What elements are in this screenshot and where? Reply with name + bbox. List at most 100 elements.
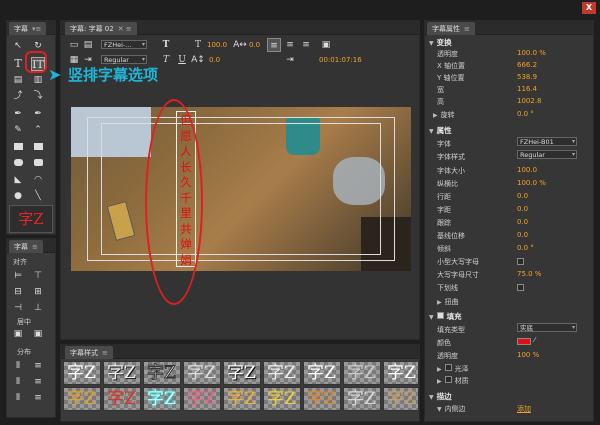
- vertical-area-type-tool-icon[interactable]: ▥: [31, 73, 45, 87]
- align-right-icon[interactable]: ⊣: [11, 301, 25, 315]
- show-background-video-icon[interactable]: ▣: [319, 38, 333, 52]
- align-top-icon[interactable]: ⊤: [31, 269, 45, 283]
- distort-row[interactable]: ▶ 扭曲: [437, 297, 459, 307]
- kerning-icon[interactable]: A↔: [233, 38, 247, 52]
- align-vcenter-icon[interactable]: ⊞: [31, 285, 45, 299]
- fill-section-header[interactable]: ▼ 填充: [429, 311, 462, 322]
- delete-anchor-tool-icon[interactable]: ✒: [31, 107, 45, 121]
- transform-section-header[interactable]: ▼ 变换: [429, 37, 452, 48]
- style-swatch[interactable]: 字Z: [223, 387, 261, 411]
- rounded-rect-tool-icon[interactable]: [11, 157, 25, 171]
- style-swatch[interactable]: 字Z: [343, 387, 381, 411]
- style-swatch[interactable]: 字Z: [63, 387, 101, 411]
- vertical-path-type-tool-icon[interactable]: ⤵: [31, 89, 45, 103]
- kerning-value[interactable]: 0.0: [249, 41, 260, 49]
- tab-title-actions[interactable]: 字幕 ≡: [9, 240, 43, 253]
- sheen-checkbox[interactable]: [444, 364, 452, 371]
- fill-color-swatch[interactable]: [517, 338, 531, 345]
- style-swatch[interactable]: 字Z: [103, 361, 141, 385]
- style-swatch[interactable]: 字Z: [263, 387, 301, 411]
- distribute-bottom-icon[interactable]: ≡: [31, 391, 45, 405]
- align-left-icon[interactable]: ⊨: [11, 269, 25, 283]
- baseline-shift-value[interactable]: 0.0: [517, 231, 528, 239]
- line-tool-icon[interactable]: ╲: [31, 189, 45, 203]
- font-style-dropdown[interactable]: Regular ▾: [101, 55, 147, 64]
- opacity-value[interactable]: 100.0 %: [517, 49, 546, 57]
- center-vertical-icon[interactable]: ▣: [31, 327, 45, 341]
- underline-icon[interactable]: U: [175, 53, 189, 67]
- style-swatch[interactable]: 字Z: [183, 361, 221, 385]
- close-tab-icon[interactable]: ✕ ≡: [118, 25, 132, 33]
- style-swatch[interactable]: 字Z: [103, 387, 141, 411]
- tab-title-properties[interactable]: 字幕属性 ≡: [427, 22, 475, 35]
- style-swatch[interactable]: 字Z: [383, 387, 419, 411]
- type-tool-icon[interactable]: T: [11, 57, 25, 71]
- font-family-dropdown[interactable]: FZHei-... ▾: [101, 40, 147, 49]
- center-horizontal-icon[interactable]: ▣: [11, 327, 25, 341]
- eyedropper-icon[interactable]: ⁄: [534, 336, 535, 344]
- align-left-text-icon[interactable]: ≡: [267, 38, 281, 52]
- distribute-right-icon[interactable]: ⫴: [11, 391, 25, 405]
- align-hcenter-icon[interactable]: ⊟: [11, 285, 25, 299]
- fill-checkbox[interactable]: [436, 312, 444, 319]
- x-position-value[interactable]: 666.2: [517, 61, 537, 69]
- add-anchor-tool-icon[interactable]: ✎: [11, 123, 25, 137]
- arc-tool-icon[interactable]: ◠: [31, 173, 45, 187]
- properties-section-header[interactable]: ▼ 属性: [429, 125, 452, 136]
- leading-prop-value[interactable]: 0.0: [517, 192, 528, 200]
- width-value[interactable]: 116.4: [517, 85, 537, 93]
- bold-icon[interactable]: T: [159, 38, 173, 52]
- panel-menu-icon[interactable]: ≡: [32, 243, 38, 251]
- texture-checkbox[interactable]: [444, 376, 452, 383]
- new-title-icon[interactable]: ▭: [67, 38, 81, 52]
- italic-icon[interactable]: T: [159, 53, 173, 67]
- font-size-icon[interactable]: T: [191, 38, 205, 52]
- distribute-hcenter-icon[interactable]: ⫴: [11, 375, 25, 389]
- panel-menu-icon[interactable]: ≡: [464, 25, 470, 33]
- aspect-value[interactable]: 100.0 %: [517, 179, 546, 187]
- stroke-section-header[interactable]: ▼ 描边: [429, 391, 452, 402]
- distribute-top-icon[interactable]: ≡: [31, 359, 45, 373]
- small-caps-checkbox[interactable]: [517, 258, 524, 265]
- pen-tool-icon[interactable]: ✒: [11, 107, 25, 121]
- y-position-value[interactable]: 538.9: [517, 73, 537, 81]
- path-type-tool-icon[interactable]: ⤴: [11, 89, 25, 103]
- font-family-select[interactable]: FZHei-B01 ▾: [517, 137, 577, 146]
- selection-tool-icon[interactable]: ↖: [11, 39, 25, 53]
- area-type-tool-icon[interactable]: ▤: [11, 73, 25, 87]
- style-swatch[interactable]: 字Z: [223, 361, 261, 385]
- title-canvas[interactable]: 但愿人长久千里共婵娟: [71, 107, 411, 271]
- rounded-corner-rect-tool-icon[interactable]: [31, 157, 45, 171]
- height-value[interactable]: 1002.8: [517, 97, 542, 105]
- distribute-left-icon[interactable]: ⫴: [11, 359, 25, 373]
- panel-menu-icon[interactable]: ≡: [102, 349, 108, 357]
- style-swatch[interactable]: 字Z: [183, 387, 221, 411]
- rotation-value[interactable]: 0.0 °: [517, 110, 534, 118]
- style-swatch[interactable]: 字Z: [63, 361, 101, 385]
- align-right-text-icon[interactable]: ≡: [299, 38, 313, 52]
- style-swatch[interactable]: 字Z: [143, 361, 181, 385]
- align-bottom-icon[interactable]: ⊥: [31, 301, 45, 315]
- inner-stroke-row[interactable]: ▼ 内侧边: [437, 404, 466, 414]
- style-swatch[interactable]: 字Z: [383, 361, 419, 385]
- style-swatch[interactable]: 字Z: [263, 361, 301, 385]
- ellipse-tool-icon[interactable]: ●: [11, 189, 25, 203]
- wedge-tool-icon[interactable]: ◣: [11, 173, 25, 187]
- close-icon[interactable]: ▾≡: [32, 25, 41, 33]
- rotation-label[interactable]: ▶ 旋转: [433, 110, 455, 120]
- tab-stops-2-icon[interactable]: ⇥: [283, 53, 297, 67]
- align-center-text-icon[interactable]: ≡: [283, 38, 297, 52]
- kerning-prop-value[interactable]: 0.0: [517, 205, 528, 213]
- font-style-select[interactable]: Regular ▾: [517, 150, 577, 159]
- window-close-button[interactable]: X: [582, 2, 596, 14]
- convert-anchor-tool-icon[interactable]: ⌃: [31, 123, 45, 137]
- underline-checkbox[interactable]: [517, 284, 524, 291]
- timecode-value[interactable]: 00:01:07:16: [319, 56, 362, 64]
- leading-icon[interactable]: A↕: [191, 53, 205, 67]
- clipped-corner-rect-tool-icon[interactable]: [31, 141, 45, 155]
- texture-row[interactable]: ▶ 材质: [437, 376, 469, 386]
- font-size-value[interactable]: 100.0: [207, 41, 227, 49]
- add-inner-stroke-link[interactable]: 添加: [517, 404, 531, 414]
- sheen-row[interactable]: ▶ 光泽: [437, 364, 469, 374]
- style-swatch[interactable]: 字Z: [303, 387, 341, 411]
